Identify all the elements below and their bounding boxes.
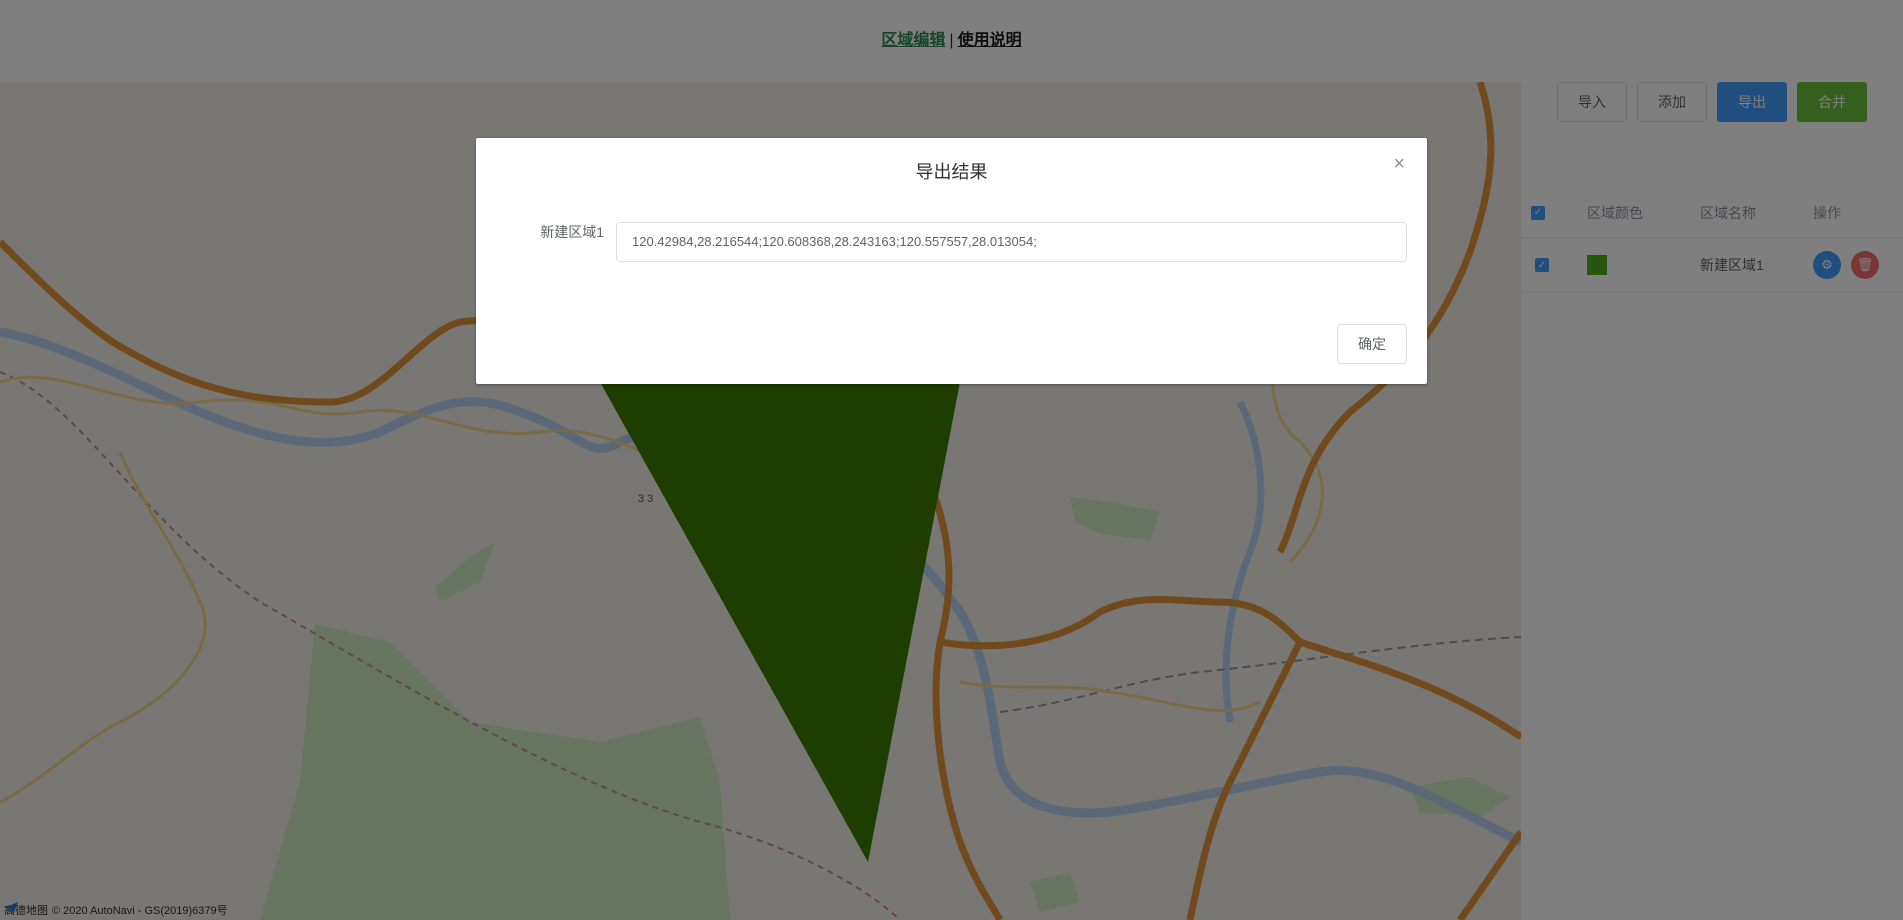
- confirm-button[interactable]: 确定: [1337, 324, 1407, 364]
- coordinates-field[interactable]: 120.42984,28.216544;120.608368,28.243163…: [616, 222, 1407, 262]
- region-field-label: 新建区域1: [540, 224, 604, 240]
- close-icon[interactable]: ×: [1393, 154, 1405, 174]
- dialog-title: 导出结果: [915, 162, 988, 182]
- export-result-dialog: 导出结果 × 新建区域1 120.42984,28.216544;120.608…: [476, 138, 1427, 384]
